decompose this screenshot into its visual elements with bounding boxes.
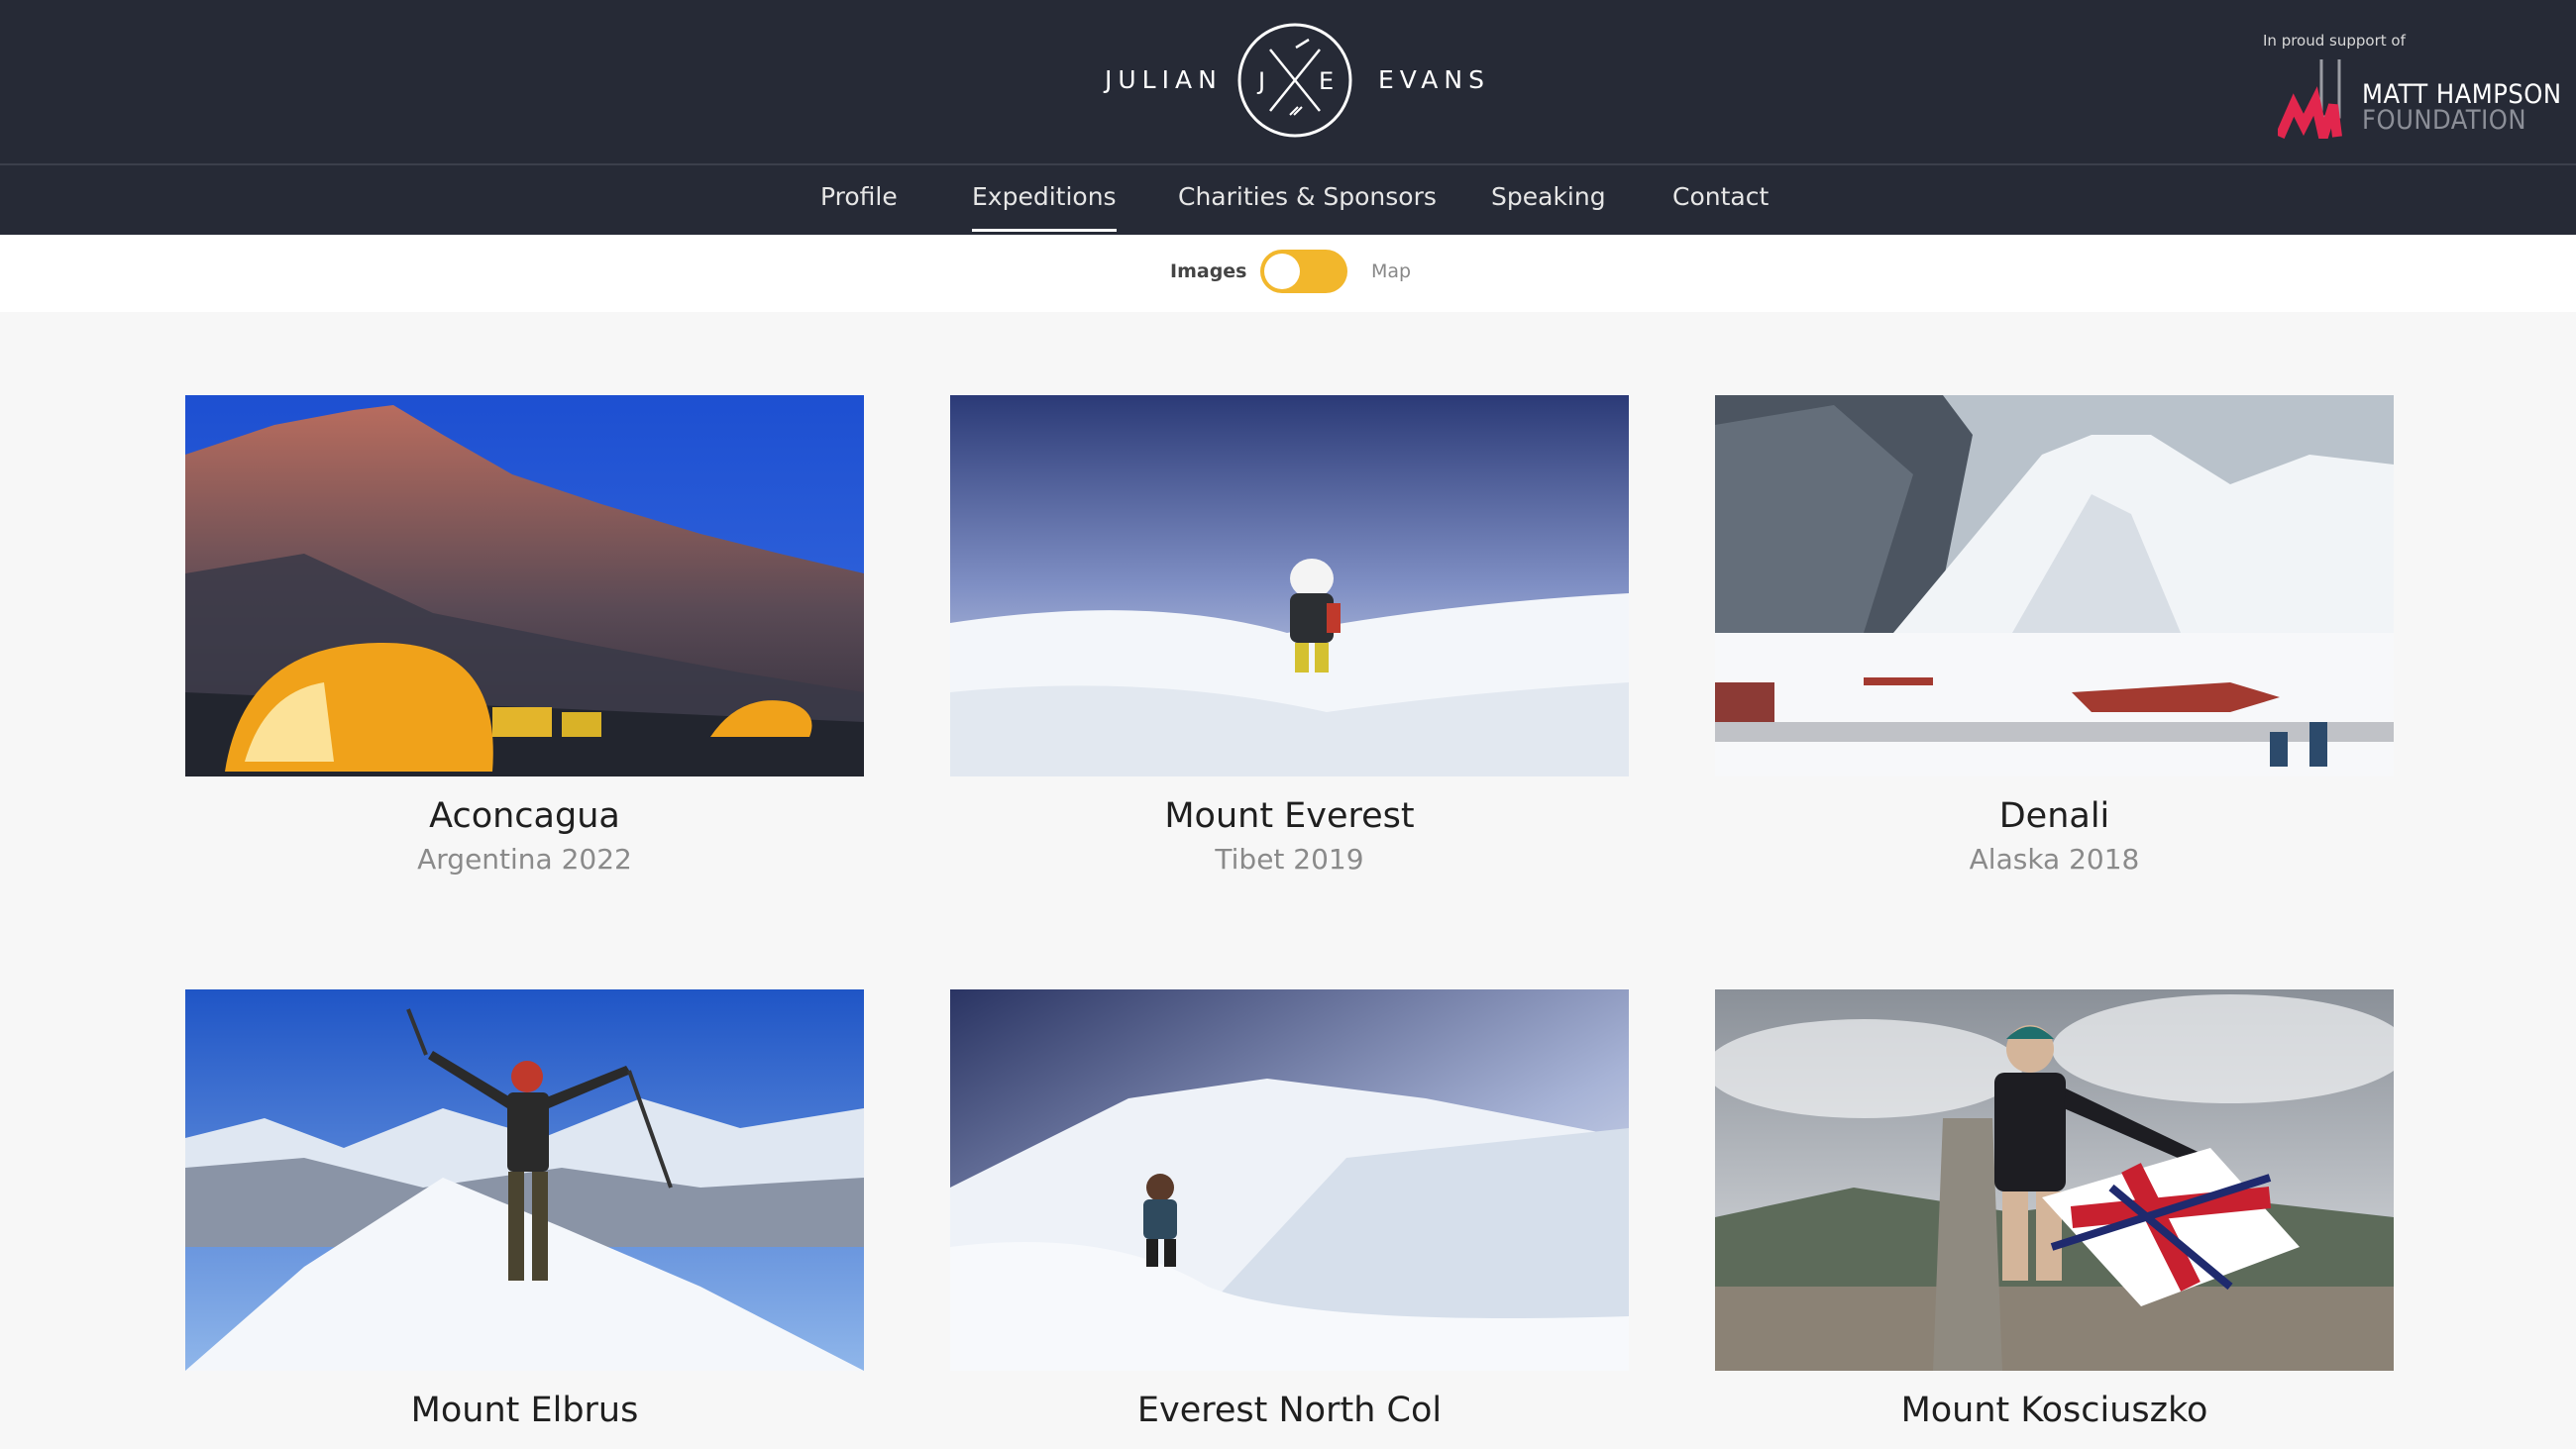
site-header: JULIAN J E EVANS In proud support of MAT… xyxy=(0,0,2576,165)
nav-item-speaking[interactable]: Speaking xyxy=(1491,182,1606,211)
expedition-title: Mount Everest xyxy=(1164,796,1415,836)
nav-item-charities-sponsors[interactable]: Charities & Sponsors xyxy=(1178,182,1437,211)
brand-logo[interactable]: JULIAN J E EVANS xyxy=(1105,22,1484,141)
nav-item-contact[interactable]: Contact xyxy=(1672,182,1769,211)
expedition-photo-mount-everest[interactable] xyxy=(950,395,1629,776)
expedition-title: Everest North Col xyxy=(1136,1391,1443,1430)
view-toggle-bar: Images Map xyxy=(0,235,2576,312)
toggle-label-map[interactable]: Map xyxy=(1371,260,1411,282)
main-nav: Profile Expeditions Charities & Sponsors… xyxy=(0,165,2576,235)
support-org-line2: FOUNDATION xyxy=(2362,105,2527,136)
support-badge[interactable]: In proud support of MATT HAMPSON FOUNDAT… xyxy=(2263,32,2561,141)
images-map-toggle[interactable] xyxy=(1260,250,1347,293)
expedition-title: Mount Elbrus xyxy=(410,1391,639,1430)
expedition-photo-everest-north-col[interactable] xyxy=(950,989,1629,1371)
toggle-knob xyxy=(1264,254,1300,289)
expedition-title: Aconcagua xyxy=(429,796,620,836)
toggle-label-images[interactable]: Images xyxy=(1170,260,1246,282)
monogram-logo-icon: J E xyxy=(1237,23,1352,138)
expedition-subtitle: Argentina 2022 xyxy=(417,843,632,876)
brand-last-name: EVANS xyxy=(1378,65,1490,94)
expedition-title: Mount Kosciuszko xyxy=(1900,1391,2208,1430)
monogram-initial-right: E xyxy=(1319,67,1334,95)
nav-item-expeditions[interactable]: Expeditions xyxy=(972,182,1117,232)
expedition-title: Denali xyxy=(1998,796,2110,836)
expedition-photo-aconcagua[interactable] xyxy=(185,395,864,776)
expedition-photo-mount-elbrus[interactable] xyxy=(185,989,864,1371)
nav-item-profile[interactable]: Profile xyxy=(820,182,898,211)
support-tagline: In proud support of xyxy=(2263,32,2406,50)
matt-hampson-logo-icon xyxy=(2278,59,2342,139)
expedition-photo-denali[interactable] xyxy=(1715,395,2394,776)
brand-first-name: JULIAN xyxy=(1105,65,1223,94)
expedition-subtitle: Alaska 2018 xyxy=(1969,843,2140,876)
expedition-photo-mount-kosciuszko[interactable] xyxy=(1715,989,2394,1371)
monogram-initial-left: J xyxy=(1256,67,1265,95)
expedition-subtitle: Tibet 2019 xyxy=(1215,843,1364,876)
